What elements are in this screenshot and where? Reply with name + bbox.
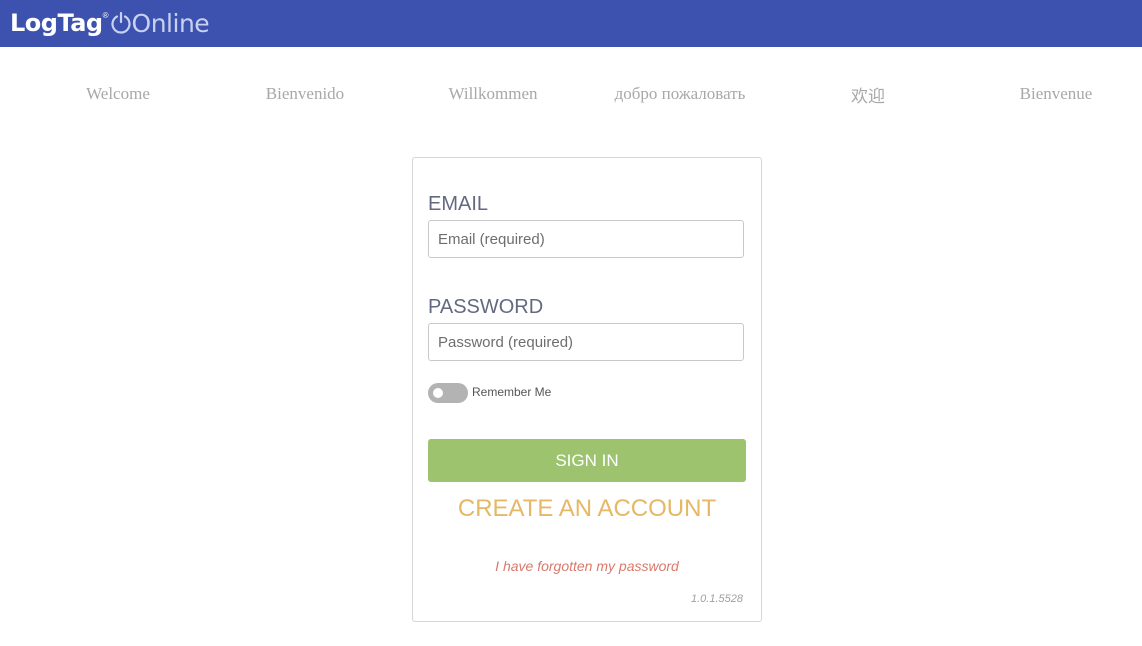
email-label: EMAIL <box>428 193 489 215</box>
login-card: EMAIL PASSWORD Remember Me SIGN IN CREAT… <box>412 157 762 622</box>
create-account-link[interactable]: CREATE AN ACCOUNT <box>413 495 761 523</box>
version-label: 1.0.1.5528 <box>691 593 743 605</box>
welcome-spanish: Bienvenido <box>265 84 345 103</box>
logo-text-light: Online <box>131 8 210 38</box>
password-label: PASSWORD <box>428 296 544 318</box>
welcome-german: Willkommen <box>448 84 538 103</box>
email-field[interactable] <box>428 220 744 258</box>
logo-text-bold: LogTag <box>10 9 103 37</box>
power-icon <box>110 11 131 34</box>
sign-in-button[interactable]: SIGN IN <box>428 439 746 482</box>
welcome-russian: добро пожаловать <box>614 84 746 103</box>
password-field[interactable] <box>428 323 744 361</box>
forgot-password-link[interactable]: I have forgotten my password <box>413 558 761 574</box>
top-header-bar: LogTag ® Online <box>0 0 1142 47</box>
remember-me-label[interactable]: Remember Me <box>472 385 551 399</box>
toggle-knob <box>433 388 443 398</box>
welcome-french: Bienvenue <box>1019 84 1093 103</box>
welcome-english: Welcome <box>86 84 150 103</box>
remember-me-toggle[interactable] <box>428 383 468 403</box>
logtag-online-logo[interactable]: LogTag ® Online <box>10 5 210 41</box>
logo-registered-mark: ® <box>102 11 109 20</box>
welcome-languages-row: Welcome Bienvenido Willkommen добро пожа… <box>0 84 1142 110</box>
welcome-chinese: 欢迎 <box>851 87 885 106</box>
